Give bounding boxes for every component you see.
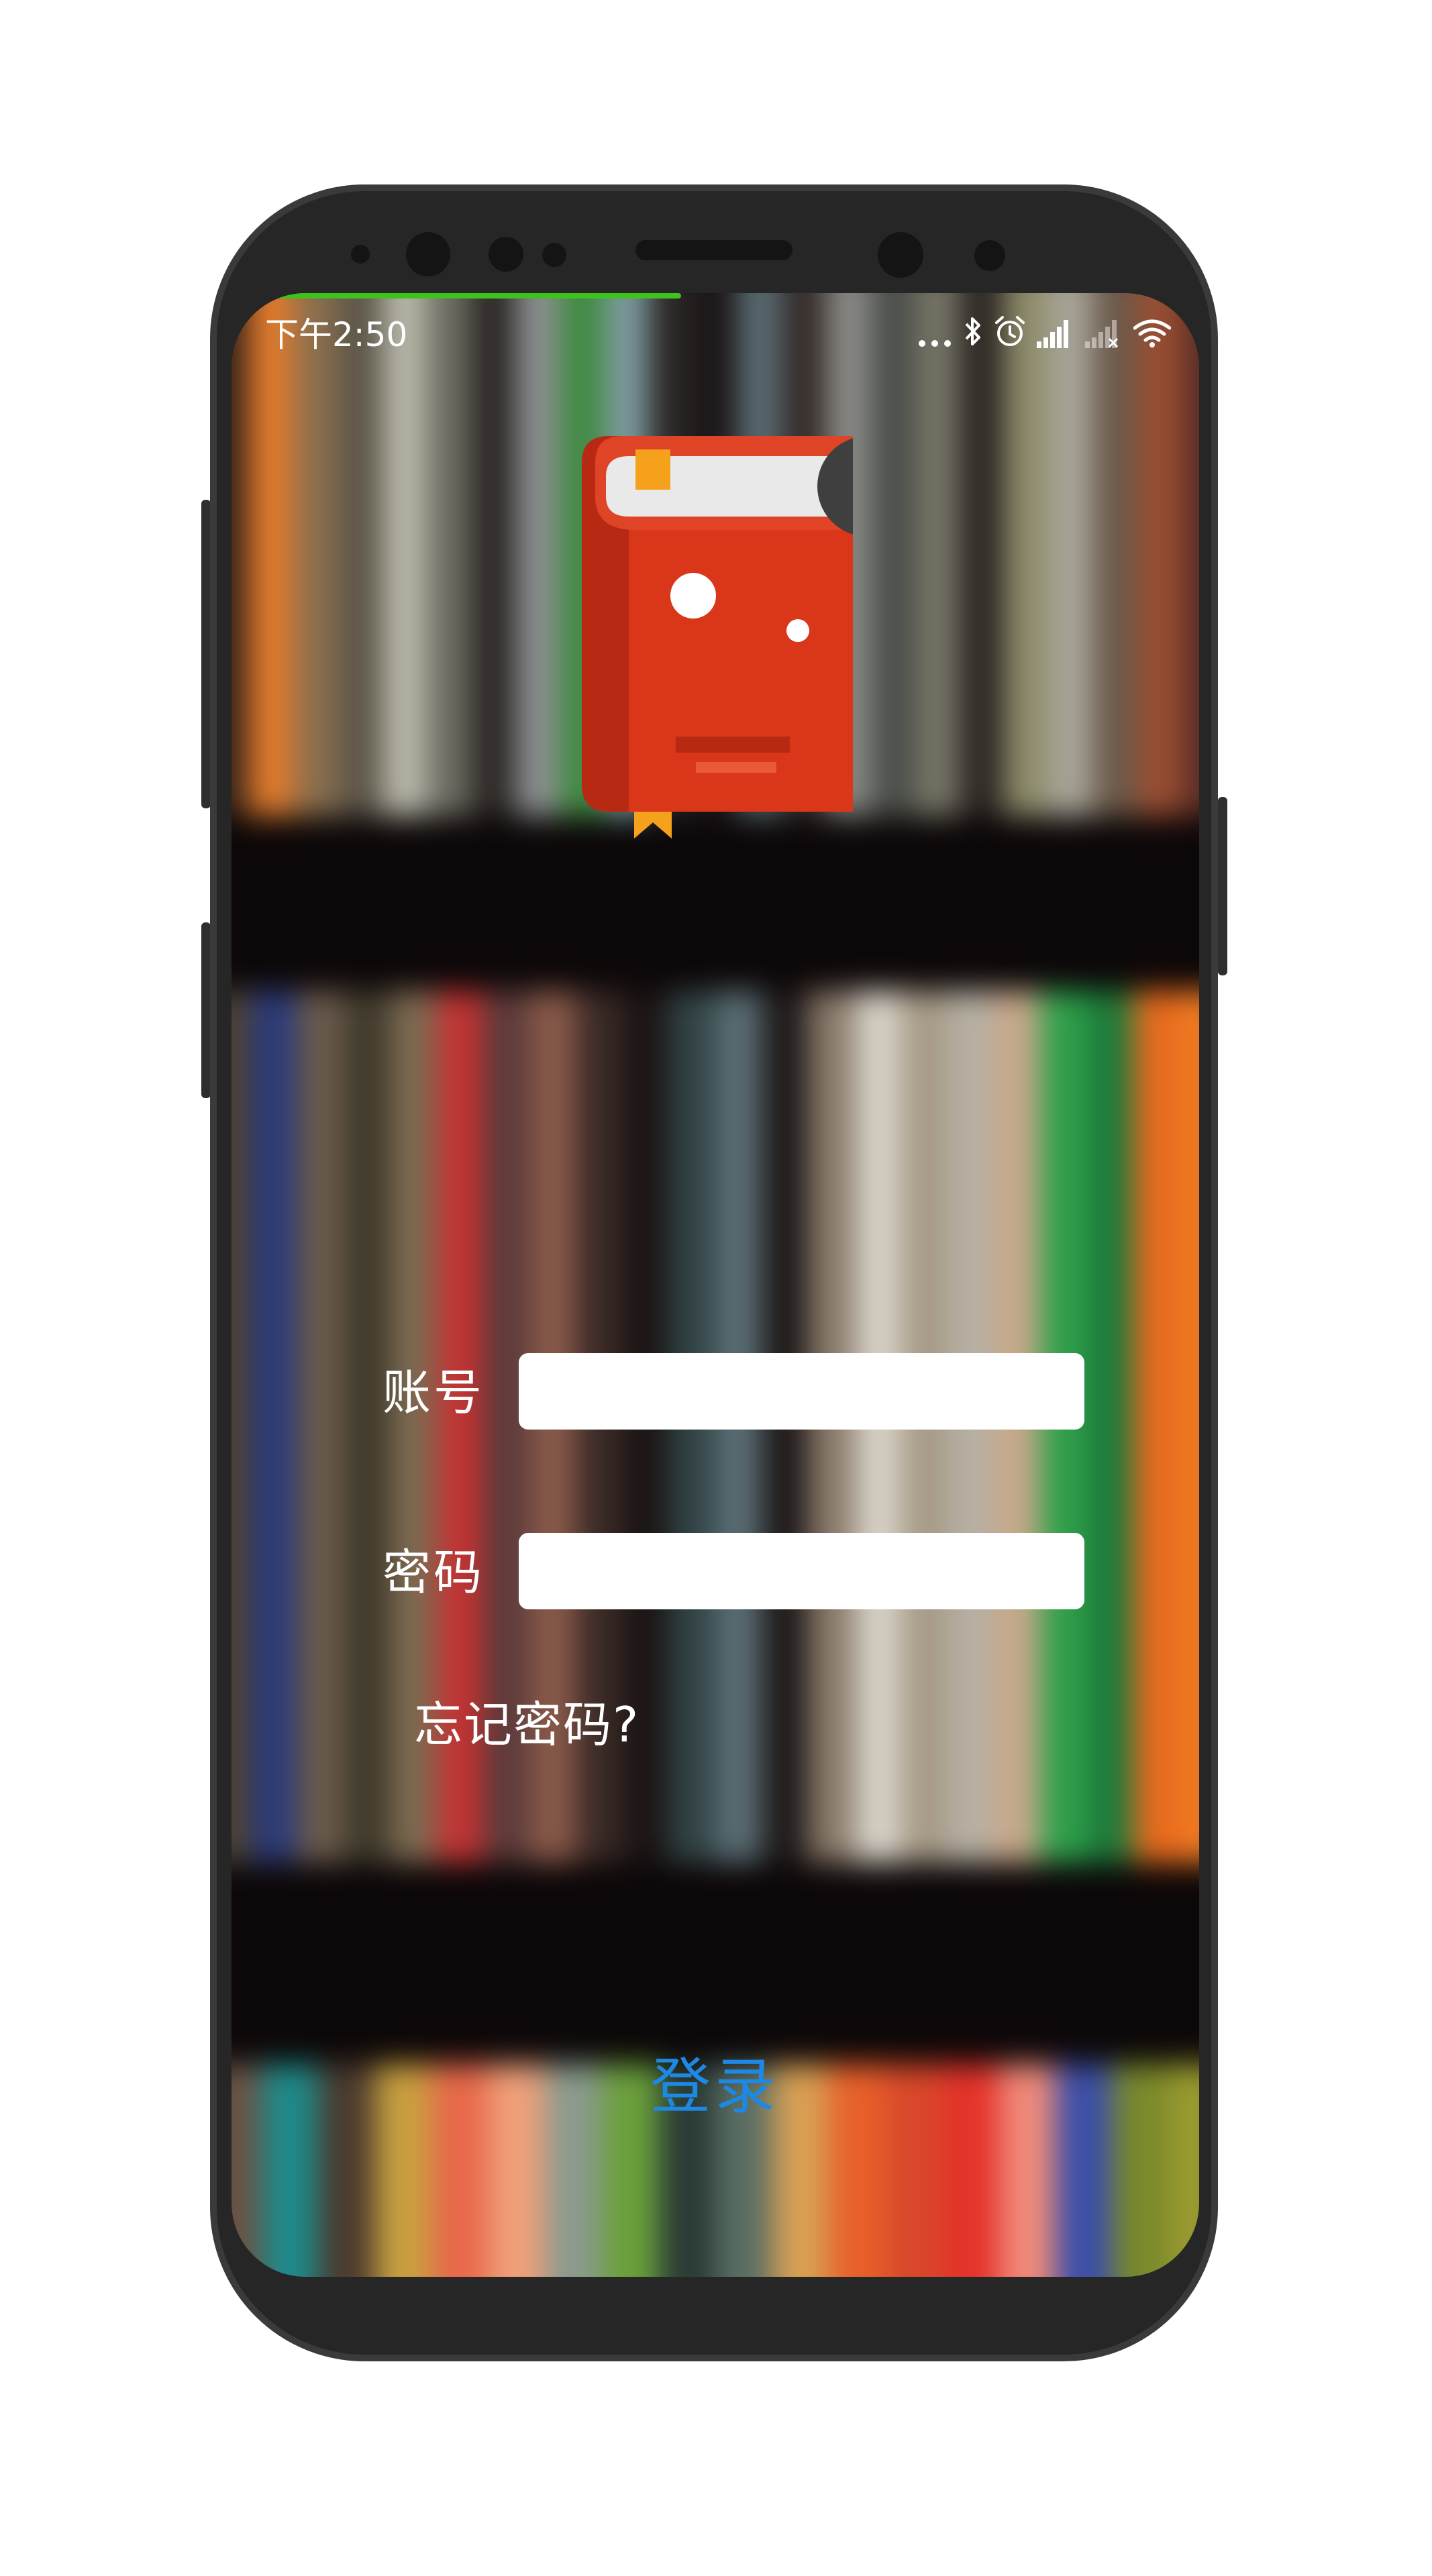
light-sensor <box>489 237 523 272</box>
volume-down-button <box>201 922 211 1098</box>
ir-sensor <box>542 243 566 267</box>
loading-progress-bar <box>278 293 681 299</box>
screen: 下午2:50 账号 密码 忘记密码? 登录 <box>232 293 1199 2277</box>
signal-icon <box>1037 320 1068 348</box>
password-label: 密码 <box>382 1544 485 1601</box>
bluetooth-icon <box>965 317 980 345</box>
wifi-icon <box>1133 319 1171 347</box>
password-input[interactable] <box>519 1533 1084 1609</box>
book-icon <box>582 436 853 839</box>
alarm-icon <box>995 316 1025 346</box>
iris-led <box>974 240 1005 271</box>
status-icons <box>917 312 1171 348</box>
iris-camera <box>878 232 923 278</box>
account-input[interactable] <box>519 1353 1084 1430</box>
front-camera <box>406 232 450 276</box>
account-label: 账号 <box>382 1364 485 1421</box>
earpiece-speaker <box>635 240 792 260</box>
forgot-password-link[interactable]: 忘记密码? <box>414 1685 640 1756</box>
power-button <box>1218 797 1227 975</box>
signal-weak-icon <box>1085 320 1119 348</box>
proximity-sensor <box>351 245 370 264</box>
more-dots-icon <box>919 340 951 347</box>
volume-up-button <box>201 500 211 808</box>
login-button[interactable]: 登录 <box>614 2034 815 2128</box>
status-time: 下午2:50 <box>265 315 408 354</box>
